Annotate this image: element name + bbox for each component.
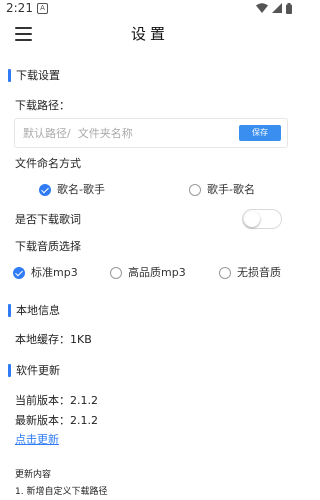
notification-app-icon: A [37,3,48,14]
radio-label: 无损音质 [237,266,281,279]
current-version-label: 当前版本： [15,394,70,407]
wifi-icon [256,3,268,13]
status-time: 2:21 [6,1,33,15]
naming-option-artist-song[interactable]: 歌手-歌名 [189,183,255,197]
lyrics-toggle[interactable] [242,209,282,229]
radio-unchecked-icon [189,184,201,196]
quality-label: 下载音质选择 [15,240,81,253]
quality-option-lossless[interactable]: 无损音质 [219,266,281,280]
download-path-label: 下载路径： [15,99,70,112]
radio-label: 高品质mp3 [128,266,186,279]
latest-version-value: 2.1.2 [70,414,98,427]
section-accent-bar [8,304,11,317]
quality-option-standard[interactable]: 标准mp3 [13,266,78,280]
cache-label: 本地缓存： [15,333,70,346]
page-title: 设置 [130,25,169,43]
section-title-local: 本地信息 [16,304,60,317]
lyrics-label: 是否下载歌词 [15,213,81,226]
radio-unchecked-icon [219,267,231,279]
signal-icon [272,3,282,13]
section-title-update: 软件更新 [16,364,60,377]
latest-version-row: 最新版本：2.1.2 [15,414,98,428]
cache-value: 1KB [70,333,92,346]
status-icons [256,2,292,14]
radio-label: 歌名-歌手 [57,183,105,196]
cache-row: 本地缓存：1KB [15,333,92,347]
quality-option-high[interactable]: 高品质mp3 [110,266,186,280]
radio-checked-icon [13,267,25,279]
latest-version-label: 最新版本： [15,414,70,427]
naming-label: 文件命名方式 [15,157,81,170]
download-path-input[interactable] [23,124,223,142]
download-path-box: 保存 [14,118,288,148]
update-link[interactable]: 点击更新 [15,433,59,447]
naming-option-song-artist[interactable]: 歌名-歌手 [39,183,105,197]
battery-icon [286,2,292,14]
radio-checked-icon [39,184,51,196]
save-button[interactable]: 保存 [239,125,281,141]
section-accent-bar [8,69,11,82]
current-version-row: 当前版本：2.1.2 [15,394,98,408]
section-accent-bar [8,364,11,377]
section-title-download: 下载设置 [16,69,60,82]
changelog-title: 更新内容 [15,470,52,480]
radio-label: 歌手-歌名 [207,183,255,196]
changelog-item: 1. 新增自定义下载路径 [15,487,108,497]
radio-label: 标准mp3 [31,266,78,279]
toggle-knob [244,211,260,227]
radio-unchecked-icon [110,267,122,279]
current-version-value: 2.1.2 [70,394,98,407]
